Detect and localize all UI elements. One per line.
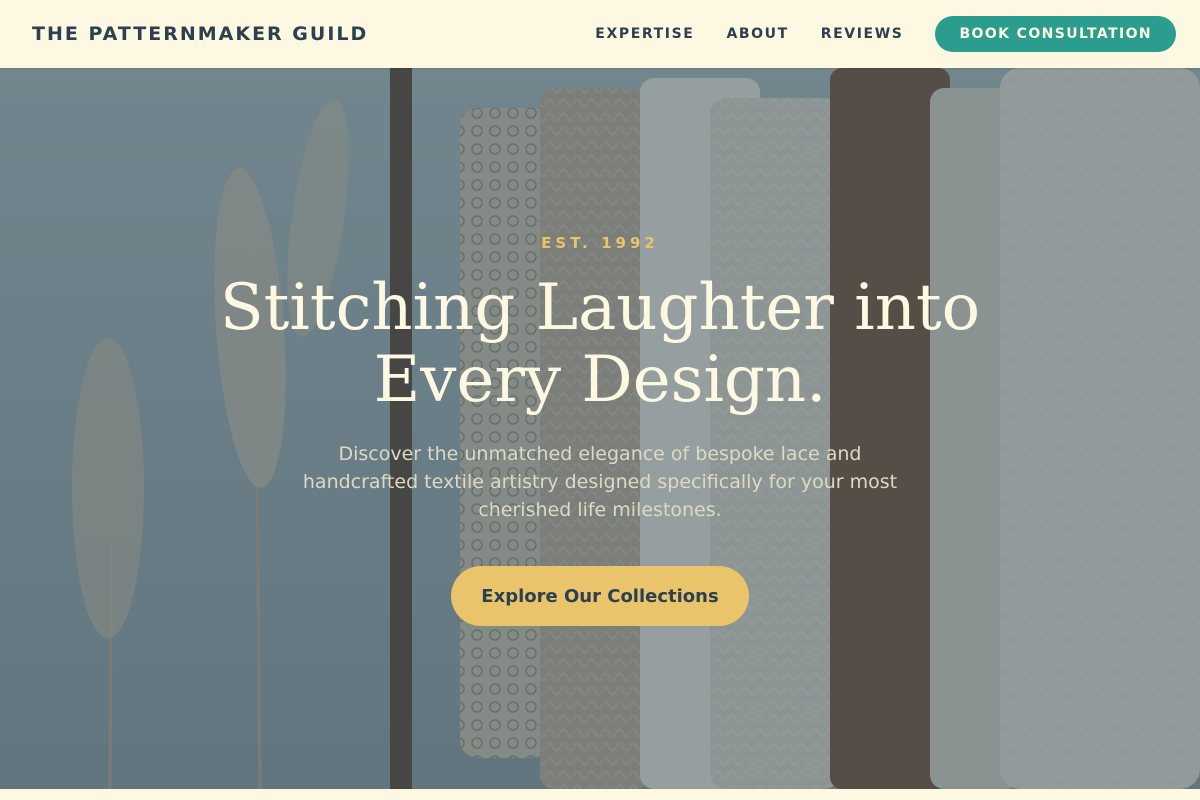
hero-subtitle: Discover the unmatched elegance of bespo… (302, 443, 898, 521)
book-consultation-button[interactable]: BOOK CONSULTATION (935, 16, 1176, 52)
nav-link-reviews[interactable]: REVIEWS (821, 26, 904, 42)
brand-logo[interactable]: THE PATTERNMAKER GUILD (32, 23, 368, 45)
hero-content: EST. 1992 Stitching Laughter into Every … (0, 68, 1200, 789)
explore-collections-button[interactable]: Explore Our Collections (451, 566, 749, 626)
hero-section: EST. 1992 Stitching Laughter into Every … (0, 68, 1200, 789)
site-header: THE PATTERNMAKER GUILD EXPERTISE ABOUT R… (0, 0, 1200, 68)
established-label: EST. 1992 (541, 234, 659, 252)
main-nav: EXPERTISE ABOUT REVIEWS BOOK CONSULTATIO… (595, 16, 1176, 52)
page-bottom-edge (0, 789, 1200, 800)
nav-link-expertise[interactable]: EXPERTISE (595, 26, 694, 42)
hero-title: Stitching Laughter into Every Design. (219, 271, 981, 417)
nav-link-about[interactable]: ABOUT (726, 26, 788, 42)
